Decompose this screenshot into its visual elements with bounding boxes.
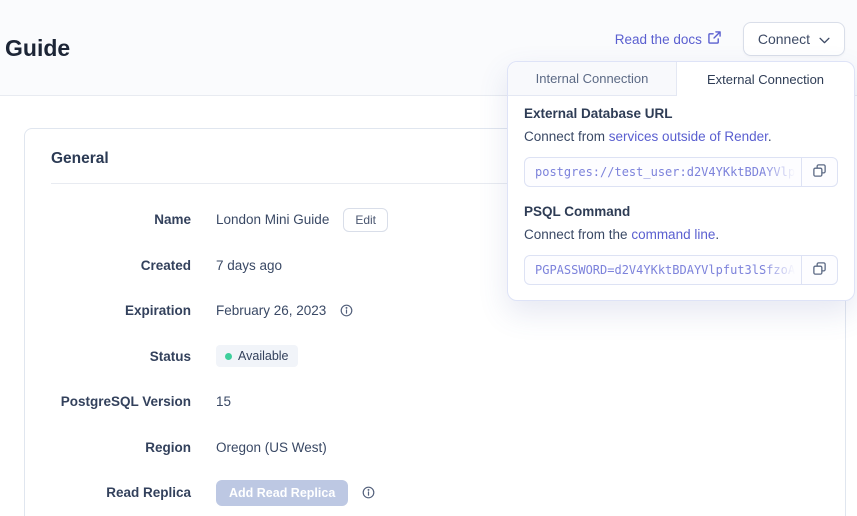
psql-command-desc: Connect from the command line. [524, 227, 838, 242]
external-database-url-field [525, 158, 801, 186]
connect-button-label: Connect [758, 31, 810, 47]
external-link-icon [708, 31, 721, 47]
row-read-replica: Read Replica Add Read Replica [51, 470, 819, 516]
status-dot-icon [225, 353, 232, 360]
psql-command-field-group [524, 255, 838, 285]
postgresql-version-value: 15 [216, 394, 231, 409]
region-value: Oregon (US West) [216, 440, 327, 455]
row-label: Read Replica [51, 485, 191, 500]
psql-command-field [525, 256, 801, 284]
status-badge: Available [216, 345, 298, 367]
info-icon[interactable] [340, 304, 353, 317]
read-the-docs-link[interactable]: Read the docs [615, 31, 721, 47]
info-icon[interactable] [362, 486, 375, 499]
row-label: Expiration [51, 303, 191, 318]
connect-button[interactable]: Connect [743, 22, 845, 56]
row-label: Region [51, 440, 191, 455]
external-database-url-field-group [524, 157, 838, 187]
read-the-docs-label: Read the docs [615, 32, 702, 47]
copy-external-url-button[interactable] [801, 158, 837, 186]
external-database-url-heading: External Database URL [524, 106, 838, 121]
row-label: Created [51, 258, 191, 273]
external-database-url-desc: Connect from services outside of Render. [524, 129, 838, 144]
status-badge-label: Available [238, 349, 289, 363]
chevron-down-icon [819, 31, 830, 47]
tab-internal-connection[interactable]: Internal Connection [508, 62, 677, 96]
copy-icon [812, 261, 827, 279]
expiration-value: February 26, 2023 [216, 303, 326, 318]
row-region: Region Oregon (US West) [51, 425, 819, 471]
command-line-link[interactable]: command line [631, 227, 715, 242]
edit-name-button[interactable]: Edit [343, 208, 388, 232]
add-read-replica-button[interactable]: Add Read Replica [216, 480, 348, 506]
page-title: Guide [5, 35, 70, 62]
copy-psql-command-button[interactable] [801, 256, 837, 284]
tab-external-connection[interactable]: External Connection [677, 62, 854, 96]
external-database-url-input[interactable] [525, 158, 801, 186]
row-postgresql-version: PostgreSQL Version 15 [51, 379, 819, 425]
created-value: 7 days ago [216, 258, 282, 273]
row-label: Name [51, 212, 191, 227]
connection-tabs: Internal Connection External Connection [508, 62, 854, 96]
database-name-value: London Mini Guide [216, 212, 329, 227]
connect-dropdown-panel: Internal Connection External Connection … [507, 61, 855, 301]
row-label: PostgreSQL Version [51, 394, 191, 409]
psql-command-input[interactable] [525, 256, 801, 284]
top-bar-actions: Read the docs Connect [615, 22, 845, 56]
row-status: Status Available [51, 334, 819, 380]
connect-panel-body: External Database URL Connect from servi… [508, 96, 854, 300]
services-outside-render-link[interactable]: services outside of Render [609, 129, 768, 144]
psql-command-heading: PSQL Command [524, 204, 838, 219]
row-label: Status [51, 349, 191, 364]
copy-icon [812, 163, 827, 181]
